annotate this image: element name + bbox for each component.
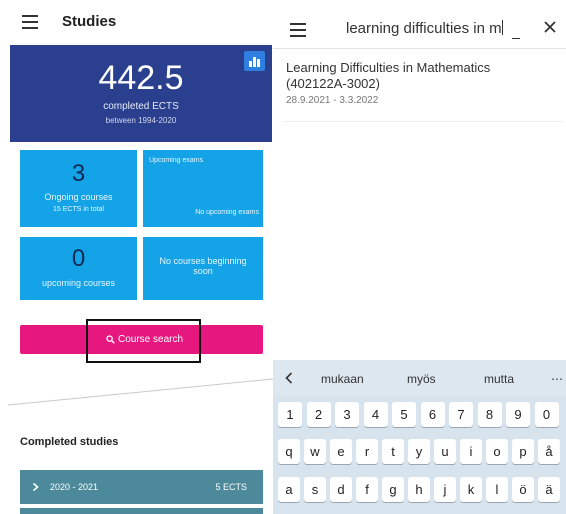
keyboard-key[interactable]: i — [460, 439, 482, 464]
upcoming-exams-tile[interactable]: Upcoming exams No upcoming exams — [143, 150, 263, 227]
keyboard-key[interactable]: w — [304, 439, 326, 464]
hamburger-menu-icon[interactable] — [22, 15, 38, 33]
result-title: Learning Difficulties in Mathematics (40… — [286, 60, 491, 91]
completed-studies-title: Completed studies — [20, 436, 119, 448]
suggestion[interactable]: mutta — [484, 372, 514, 386]
exams-status: No upcoming exams — [195, 209, 259, 216]
upcoming-label: upcoming courses — [41, 278, 116, 288]
keyboard-key[interactable]: 5 — [392, 402, 416, 427]
ongoing-count: 3 — [71, 160, 86, 187]
keyboard-key[interactable]: p — [512, 439, 534, 464]
year-range: 2020 - 2021 — [50, 482, 99, 492]
upcoming-count: 0 — [71, 245, 86, 272]
keyboard-key[interactable]: 8 — [477, 402, 502, 427]
keyboard-key[interactable]: a — [278, 477, 300, 502]
suggestion[interactable]: mukaan — [321, 372, 364, 386]
keyboard-key[interactable]: r — [356, 439, 378, 464]
keyboard-key[interactable]: s — [304, 477, 326, 502]
beginning-status: No courses beginning soon — [159, 256, 247, 276]
exams-title: Upcoming exams — [149, 157, 204, 164]
keyboard-key[interactable]: å — [538, 439, 560, 464]
keyboard-key[interactable]: 7 — [449, 402, 473, 427]
chevron-left-icon[interactable] — [285, 372, 293, 384]
keyboard-key[interactable]: 0 — [534, 402, 559, 427]
studies-screen: Studies 442.5 completed ECTS between 199… — [0, 0, 273, 514]
ects-summary-card: 442.5 completed ECTS between 1994-2020 — [10, 45, 272, 142]
keyboard-key[interactable]: k — [460, 477, 482, 502]
ongoing-label: Ongoing courses — [44, 192, 113, 202]
keyboard-key[interactable]: 3 — [335, 402, 359, 427]
keyboard-key[interactable]: 4 — [363, 402, 388, 427]
suggestion-bar: mukaan myös mutta ⋯ — [273, 360, 566, 396]
keyboard-key[interactable]: ö — [512, 477, 534, 502]
more-dots-icon[interactable]: ⋯ — [551, 372, 563, 386]
upcoming-courses-tile[interactable]: 0 upcoming courses — [20, 237, 137, 300]
courses-beginning-tile[interactable]: No courses beginning soon — [143, 237, 263, 300]
keyboard-key[interactable]: 1 — [278, 402, 302, 427]
bar-chart-icon[interactable] — [244, 51, 265, 71]
keyboard-key[interactable]: t — [382, 439, 404, 464]
year-ects: 5 ECTS — [215, 482, 247, 492]
course-search-screen: learning difficulties in m Learning Diff… — [273, 0, 566, 514]
ects-value: 442.5 — [98, 59, 184, 97]
result-divider — [283, 121, 563, 122]
ects-range: between 1994-2020 — [105, 116, 177, 125]
search-result-item[interactable]: Learning Difficulties in Mathematics (40… — [273, 54, 566, 114]
suggestion[interactable]: myös — [407, 372, 436, 386]
keyboard-key[interactable]: e — [330, 439, 352, 464]
chevron-right-icon — [32, 482, 39, 492]
header-divider — [273, 48, 566, 49]
keyboard-key[interactable]: 2 — [306, 402, 331, 427]
keyboard-key[interactable]: ä — [538, 477, 560, 502]
search-input[interactable]: learning difficulties in m — [346, 20, 503, 37]
ongoing-ects: 15 ECTS in total — [53, 206, 104, 213]
page-title: Studies — [62, 13, 117, 30]
year-row[interactable]: 2020 - 2021 5 ECTS — [20, 470, 263, 504]
text-cursor-underline — [512, 38, 520, 39]
keyboard-key[interactable]: q — [278, 439, 300, 464]
on-screen-keyboard: mukaan myös mutta ⋯ 1234567890 qwertyuio… — [273, 360, 566, 514]
keyboard-key[interactable]: 6 — [420, 402, 445, 427]
keyboard-key[interactable]: y — [408, 439, 430, 464]
keyboard-key[interactable]: o — [486, 439, 508, 464]
keyboard-key[interactable]: h — [408, 477, 430, 502]
result-dates: 28.9.2021 - 3.3.2022 — [286, 95, 379, 106]
search-query: learning difficulties in m — [346, 20, 502, 37]
year-row[interactable] — [20, 508, 263, 514]
keyboard-key[interactable]: g — [382, 477, 404, 502]
keyboard-key[interactable]: f — [356, 477, 378, 502]
ongoing-courses-tile[interactable]: 3 Ongoing courses 15 ECTS in total — [20, 150, 137, 227]
ects-label: completed ECTS — [103, 101, 179, 112]
hamburger-menu-icon[interactable] — [290, 23, 306, 41]
close-icon[interactable] — [544, 21, 556, 33]
keyboard-key[interactable]: 9 — [506, 402, 530, 427]
section-divider — [7, 378, 273, 406]
keyboard-key[interactable]: d — [330, 477, 352, 502]
keyboard-key[interactable]: l — [486, 477, 508, 502]
keyboard-key[interactable]: u — [434, 439, 456, 464]
keyboard-key[interactable]: j — [434, 477, 456, 502]
highlight-box — [86, 319, 201, 363]
